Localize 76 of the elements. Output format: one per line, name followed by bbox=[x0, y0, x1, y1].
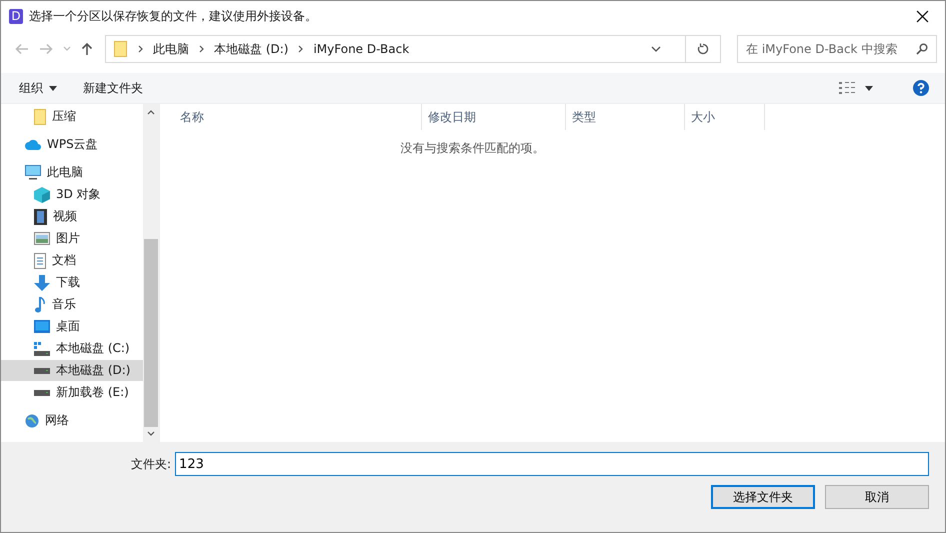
scrollbar[interactable] bbox=[143, 104, 159, 442]
empty-message: 没有与搜索条件匹配的项。 bbox=[400, 140, 546, 157]
up-arrow-icon[interactable] bbox=[81, 42, 93, 56]
nav-item[interactable]: 文档 bbox=[1, 250, 143, 271]
nav-label: 本地磁盘 (D:) bbox=[56, 362, 130, 379]
search-field[interactable]: 在 iMyFone D-Back 中搜索 bbox=[737, 35, 937, 63]
column-header[interactable]: 大小 bbox=[685, 104, 765, 130]
nav-item[interactable]: 图片 bbox=[1, 228, 143, 249]
dialog-button[interactable]: 选择文件夹 bbox=[711, 485, 815, 509]
chevron-up-icon[interactable] bbox=[147, 110, 155, 115]
chevron-right-icon bbox=[138, 45, 143, 53]
drive-icon bbox=[34, 342, 50, 356]
nav-item[interactable]: 下载 bbox=[1, 272, 143, 293]
music-note-icon bbox=[34, 296, 46, 312]
cloud-icon bbox=[25, 139, 41, 150]
document-icon bbox=[34, 252, 46, 268]
nav-label: 视频 bbox=[53, 208, 77, 225]
column-header[interactable]: 修改日期 bbox=[422, 104, 566, 130]
nav-label: 文档 bbox=[52, 252, 76, 269]
nav-item[interactable]: 音乐 bbox=[1, 294, 143, 315]
drive-icon bbox=[34, 390, 50, 396]
cube-icon bbox=[34, 186, 50, 202]
column-header[interactable]: 类型 bbox=[566, 104, 685, 130]
folder-icon bbox=[114, 41, 128, 57]
nav-item[interactable]: 桌面 bbox=[1, 316, 143, 337]
breadcrumb[interactable]: 本地磁盘 (D:) bbox=[214, 40, 288, 58]
globe-icon bbox=[25, 414, 39, 428]
list-view-icon[interactable] bbox=[839, 82, 855, 94]
search-icon bbox=[916, 43, 928, 55]
window-title: 选择一个分区以保存恢复的文件，建议使用外接设备。 bbox=[29, 8, 318, 24]
nav-label: WPS云盘 bbox=[47, 136, 98, 153]
nav-label: 下载 bbox=[56, 274, 80, 291]
chevron-right-icon bbox=[298, 45, 304, 53]
desktop-icon bbox=[34, 320, 50, 333]
folder-icon bbox=[34, 108, 46, 124]
app-logo-icon: D bbox=[9, 8, 23, 24]
monitor-icon bbox=[25, 165, 41, 180]
drive-icon bbox=[34, 368, 50, 374]
nav-label: 新加载卷 (E:) bbox=[56, 384, 129, 401]
chevron-right-icon bbox=[199, 45, 204, 53]
nav-item[interactable]: 视频 bbox=[1, 206, 143, 227]
new-folder-button[interactable]: 新建文件夹 bbox=[83, 80, 143, 96]
folder-label: 文件夹: bbox=[131, 456, 172, 472]
nav-label: 音乐 bbox=[52, 296, 76, 313]
organize-menu-button[interactable]: 组织 bbox=[19, 80, 57, 96]
nav-label: 图片 bbox=[56, 230, 80, 247]
caret-down-icon bbox=[49, 86, 57, 90]
nav-item[interactable]: 本地磁盘 (D:) bbox=[1, 360, 143, 381]
caret-down-icon[interactable] bbox=[865, 86, 873, 90]
nav-item[interactable]: 3D 对象 bbox=[1, 184, 143, 205]
nav-item[interactable]: 压缩 bbox=[1, 106, 143, 127]
close-icon[interactable] bbox=[916, 10, 929, 22]
nav-label: 压缩 bbox=[52, 108, 76, 125]
dialog-button[interactable]: 取消 bbox=[825, 485, 929, 509]
breadcrumb[interactable]: 此电脑 bbox=[153, 40, 189, 58]
refresh-icon bbox=[697, 43, 709, 55]
address-bar[interactable]: 此电脑 本地磁盘 (D:) iMyFone D-Back bbox=[105, 35, 721, 63]
nav-label: 此电脑 bbox=[47, 164, 83, 181]
nav-label: 桌面 bbox=[56, 318, 80, 335]
chevron-down-icon[interactable] bbox=[147, 431, 155, 436]
nav-label: 3D 对象 bbox=[56, 186, 101, 203]
image-icon bbox=[34, 232, 50, 245]
chevron-down-icon[interactable] bbox=[651, 46, 661, 52]
column-header[interactable]: 名称 bbox=[160, 104, 422, 130]
nav-label: 本地磁盘 (C:) bbox=[56, 340, 130, 357]
breadcrumb[interactable]: iMyFone D-Back bbox=[313, 42, 410, 56]
nav-label: 网络 bbox=[45, 412, 69, 429]
help-icon[interactable] bbox=[913, 80, 929, 96]
nav-item[interactable]: 本地磁盘 (C:) bbox=[1, 338, 143, 359]
download-arrow-icon bbox=[34, 274, 50, 290]
nav-item[interactable]: 此电脑 bbox=[1, 162, 143, 183]
nav-item[interactable]: 新加载卷 (E:) bbox=[1, 382, 143, 403]
folder-input[interactable]: 123 bbox=[175, 452, 929, 476]
nav-item[interactable]: 网络 bbox=[1, 410, 143, 431]
nav-item[interactable]: WPS云盘 bbox=[1, 134, 143, 155]
film-icon bbox=[34, 208, 47, 224]
